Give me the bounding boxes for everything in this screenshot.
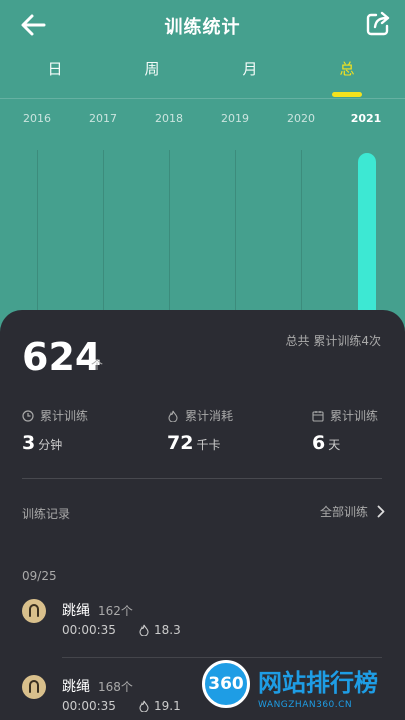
total-count: 624 (22, 335, 102, 379)
stat-calories: 累计消耗 72 千卡 (167, 407, 233, 454)
watermark-subtitle: WANGZHAN360.CN (258, 700, 353, 710)
chevron-right-icon (377, 505, 385, 518)
tab-week[interactable]: 周 (122, 58, 182, 79)
stat-duration: 累计训练 3 分钟 (22, 407, 88, 454)
record-name: 跳绳 (62, 603, 90, 619)
record-calories: 18.3 (154, 623, 181, 637)
year-label-2019[interactable]: 2019 (210, 112, 260, 125)
header: 训练统计 (0, 0, 405, 50)
record-name: 跳绳 (62, 679, 90, 695)
stat-days: 累计训练 6天 (312, 407, 378, 454)
record-calories: 19.1 (154, 699, 181, 713)
year-label-2021[interactable]: 2021 (341, 112, 391, 125)
stat-unit: 天 (328, 438, 341, 452)
flame-icon (139, 624, 149, 636)
stat-value: 6 (312, 432, 326, 454)
active-tab-indicator (332, 92, 362, 97)
calendar-icon (312, 410, 324, 422)
tab-month[interactable]: 月 (220, 58, 280, 79)
watermark-badge: 360 (202, 660, 250, 708)
records-title: 训练记录 (22, 507, 71, 521)
all-records-link[interactable]: 全部训练 (320, 503, 385, 520)
record-duration: 00:00:35 (62, 699, 116, 713)
tab-total[interactable]: 总 (317, 58, 377, 79)
year-label-2018[interactable]: 2018 (144, 112, 194, 125)
record-date: 09/25 (22, 569, 57, 583)
total-unit: 个 (91, 358, 104, 372)
year-label-2017[interactable]: 2017 (78, 112, 128, 125)
stat-value: 72 (167, 432, 194, 454)
tabs-divider (0, 98, 405, 99)
chart-panel: 训练统计 日 周 月 总 2016 2017 2018 2019 2020 20… (0, 0, 405, 373)
watermark: 360 网站排行榜 WANGZHAN360.CN (196, 658, 405, 720)
stat-unit: 分钟 (38, 438, 63, 452)
clock-icon (22, 409, 34, 422)
year-label-2016[interactable]: 2016 (12, 112, 62, 125)
stat-value: 3 (22, 432, 36, 454)
share-icon (366, 11, 390, 36)
jump-rope-icon (22, 675, 46, 699)
tab-day[interactable]: 日 (25, 58, 85, 79)
jump-rope-icon (22, 599, 46, 623)
year-label-2020[interactable]: 2020 (276, 112, 326, 125)
page-title: 训练统计 (164, 17, 241, 38)
stat-label: 累计消耗 (185, 409, 234, 423)
flame-icon (139, 700, 149, 712)
stat-label: 累计训练 (330, 409, 379, 423)
watermark-title: 网站排行榜 (258, 669, 378, 697)
share-button[interactable] (363, 9, 393, 39)
flame-icon (168, 409, 178, 422)
record-duration: 00:00:35 (62, 623, 116, 637)
stat-label: 累计训练 (40, 409, 89, 423)
record-count: 162个 (98, 604, 133, 618)
stat-unit: 千卡 (196, 438, 221, 452)
divider (22, 478, 382, 479)
total-sessions-label: 总共 累计训练4次 (285, 334, 381, 348)
list-item[interactable]: 跳绳 162个 00:00:35 18.3 (22, 599, 382, 659)
record-count: 168个 (98, 680, 133, 694)
year-axis: 2016 2017 2018 2019 2020 2021 (0, 112, 405, 132)
all-records-label: 全部训练 (319, 505, 368, 519)
